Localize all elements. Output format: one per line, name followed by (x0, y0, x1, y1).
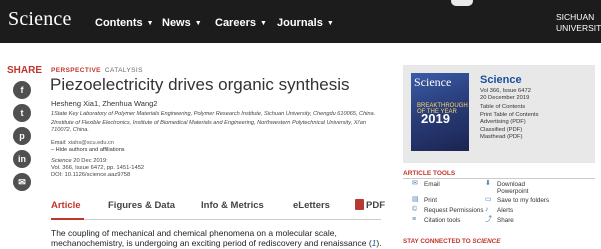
printer-icon: ▤ (412, 196, 419, 203)
hide-affiliations-link[interactable]: – Hide authors and affiliations (51, 147, 125, 153)
author-email: Email: xiahs@scu.edu.cn (51, 140, 114, 146)
twitter-icon[interactable]: t (13, 104, 31, 122)
citation-info: Science 20 Dec 2019: Vol. 366, Issue 647… (51, 158, 145, 178)
tab-divider (51, 219, 381, 220)
tool-print[interactable]: ▤ Print (412, 196, 437, 204)
tab-eletters[interactable]: eLetters (293, 200, 330, 211)
bell-icon: ♪ (485, 206, 489, 213)
toc-link[interactable]: Table of Contents (480, 104, 539, 112)
stay-connected-heading: STAY CONNECTED TO SCIENCE (403, 238, 501, 245)
tab-article[interactable]: Article (51, 200, 81, 211)
tab-figures-data[interactable]: Figures & Data (108, 200, 175, 211)
affiliation-1: 1State Key Laboratory of Polymer Materia… (51, 111, 376, 117)
facebook-icon[interactable]: f (13, 81, 31, 99)
tool-save-folder[interactable]: ▭ Save to my folders (485, 196, 549, 204)
email-link[interactable]: xiahs@scu.edu.cn (68, 140, 114, 146)
classified-link[interactable]: Classified (PDF) (480, 127, 539, 135)
advertising-link[interactable]: Advertising (PDF) (480, 119, 539, 127)
institution-label: SICHUAN UNIVERSITY (556, 12, 601, 33)
tab-info-metrics[interactable]: Info & Metrics (201, 200, 264, 211)
pdf-icon[interactable] (355, 199, 364, 210)
masthead-link[interactable]: Masthead (PDF) (480, 134, 539, 142)
issue-cover-image[interactable]: Science BREAKTHROUGH OF THE YEAR 2019 (411, 73, 469, 151)
nav-contents[interactable]: Contents ▼ (95, 17, 154, 29)
article-title: Piezoelectricity drives organic synthesi… (50, 75, 350, 94)
email-icon[interactable]: ✉ (13, 173, 31, 191)
issue-title[interactable]: Science (480, 74, 522, 86)
toggle-switch[interactable] (451, 0, 473, 6)
chevron-down-icon: ▼ (326, 19, 334, 27)
chevron-down-icon: ▼ (259, 19, 267, 27)
folder-icon: ▭ (485, 196, 492, 203)
article-kicker: PERSPECTIVE CATALYSIS (51, 67, 143, 74)
issue-meta: Vol 366, Issue 6472 20 December 2019 (480, 88, 531, 101)
tool-citation[interactable]: ≡ Citation tools (412, 216, 460, 224)
kicker-type[interactable]: PERSPECTIVE (51, 67, 101, 74)
tool-share[interactable]: ⤴ Share (485, 216, 514, 224)
share-label: SHARE (7, 65, 43, 76)
print-toc-link[interactable]: Print Table of Contents (480, 112, 539, 120)
nav-careers[interactable]: Careers ▼ (215, 17, 267, 29)
article-body: The coupling of mechanical and chemical … (51, 228, 382, 248)
article-authors[interactable]: Hesheng Xia1, Zhenhua Wang2 (51, 99, 157, 108)
tool-email[interactable]: ✉ Email (412, 180, 440, 188)
article-tools-heading: ARTICLE TOOLS (403, 170, 456, 177)
tool-download-powerpoint[interactable]: ⬇ Download Powerpoint (485, 180, 529, 195)
pinterest-icon[interactable]: p (13, 127, 31, 145)
tools-divider (403, 178, 595, 179)
chevron-down-icon: ▼ (146, 19, 154, 27)
tab-pdf[interactable]: PDF (366, 200, 385, 211)
science-logo[interactable]: Science (8, 8, 72, 31)
linkedin-icon[interactable]: in (13, 150, 31, 168)
download-icon: ⬇ (485, 180, 491, 187)
active-tab-indicator (51, 218, 84, 220)
tool-permissions[interactable]: © Request Permissions (412, 206, 484, 214)
envelope-icon: ✉ (412, 180, 418, 187)
copyright-icon: © (412, 206, 418, 213)
nav-news[interactable]: News ▼ (162, 17, 202, 29)
share-icon: ⤴ (485, 216, 492, 223)
chevron-down-icon: ▼ (194, 19, 202, 27)
nav-journals[interactable]: Journals ▼ (277, 17, 334, 29)
affiliation-2: 2Institute of Flexible Electronics, Inst… (51, 120, 366, 133)
issue-links: Table of Contents Print Table of Content… (480, 104, 539, 142)
tool-alerts[interactable]: ♪ Alerts (485, 206, 513, 214)
kicker-category[interactable]: CATALYSIS (105, 67, 143, 74)
citation-icon: ≡ (412, 216, 417, 223)
